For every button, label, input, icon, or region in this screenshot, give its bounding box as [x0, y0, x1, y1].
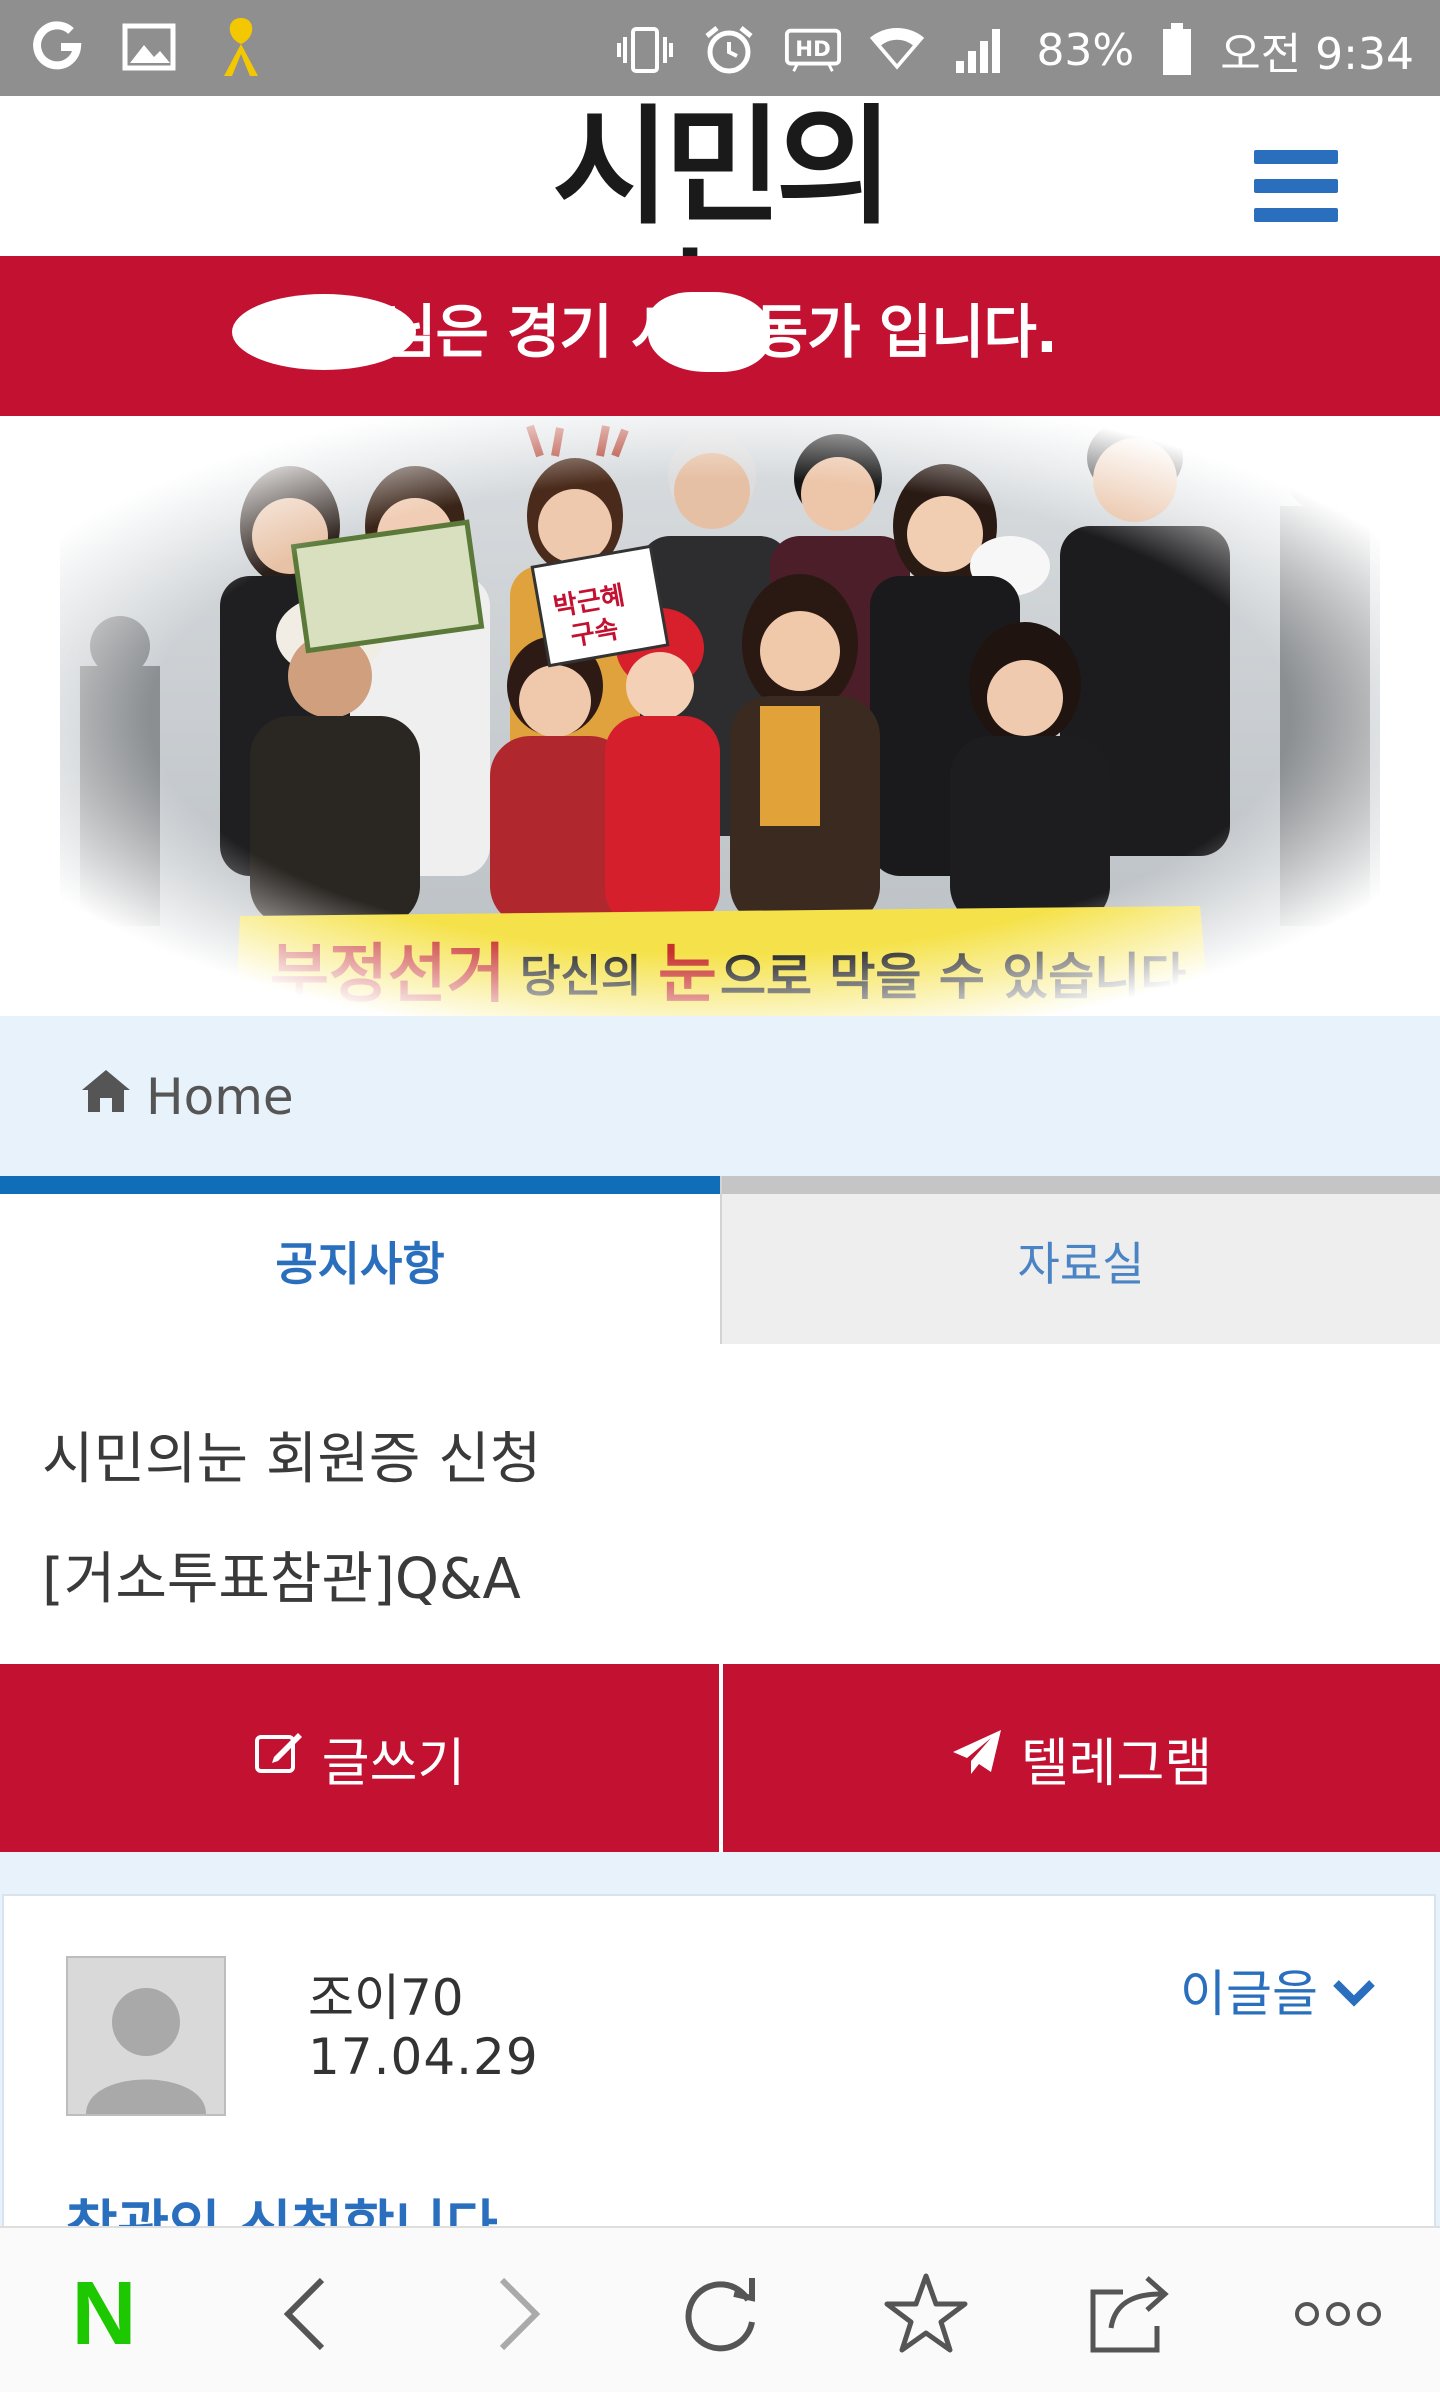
post-options-button[interactable]: 이글을: [1180, 1954, 1376, 2026]
back-icon[interactable]: [258, 2266, 354, 2362]
telegram-button[interactable]: 텔레그램: [723, 1664, 1440, 1852]
battery-percent: 83%: [1036, 24, 1135, 76]
site-logo[interactable]: 시민의 눈: [490, 98, 950, 378]
breadcrumb-home-label[interactable]: Home: [146, 1068, 294, 1126]
site-header: 시민의 눈: [0, 96, 1440, 378]
svg-text:HD: HD: [796, 37, 831, 62]
write-button-label: 글쓰기: [321, 1733, 466, 1794]
signal-icon: [952, 21, 1010, 79]
action-buttons: 글쓰기 텔레그램: [0, 1664, 1440, 1852]
tab-archive[interactable]: 자료실: [722, 1176, 1440, 1344]
edit-icon: [254, 1728, 304, 1788]
notice-item-membership-card[interactable]: 시민의눈 회원증 신청: [42, 1414, 541, 1495]
post-date: 17.04.29: [308, 2028, 539, 2086]
wifi-icon: [868, 21, 926, 79]
notification-icon: [28, 18, 86, 76]
refresh-icon[interactable]: [672, 2266, 768, 2362]
status-bar: HD 83% 오전 9:34: [0, 0, 1440, 96]
post-card[interactable]: 조이70 17.04.29 이글을 참관인 신청합니다: [2, 1894, 1436, 2260]
board-tabs: 공지사항 자료실: [0, 1176, 1440, 1344]
redaction-mark: [648, 292, 770, 372]
gallery-icon: [120, 18, 178, 76]
yellow-ribbon-icon: [212, 18, 270, 76]
more-dots-icon[interactable]: [1290, 2266, 1386, 2362]
post-options-label: 이글을: [1180, 1965, 1318, 2023]
naver-icon[interactable]: N: [56, 2264, 152, 2364]
paper-plane-icon: [951, 1728, 1003, 1789]
bookmark-star-icon[interactable]: [878, 2266, 974, 2362]
clock: 오전 9:34: [1220, 29, 1414, 80]
avatar[interactable]: [66, 1956, 226, 2116]
hd-icon: HD: [784, 21, 842, 79]
naver-logo-text: N: [71, 2263, 137, 2364]
home-icon[interactable]: [80, 1068, 132, 1126]
tab-notices[interactable]: 공지사항: [0, 1176, 720, 1344]
chevron-down-icon: [1332, 1961, 1376, 2019]
alarm-icon: [700, 21, 758, 79]
hamburger-menu-icon[interactable]: [1254, 150, 1338, 222]
post-author[interactable]: 조이70: [308, 1958, 464, 2030]
forward-icon[interactable]: [470, 2266, 566, 2362]
breadcrumb: Home: [0, 1016, 1440, 1176]
browser-toolbar: N: [0, 2226, 1440, 2392]
write-button[interactable]: 글쓰기: [0, 1664, 719, 1852]
activist-banner: 님은 경기 시 활동가 입니다.: [0, 256, 1440, 416]
vibrate-icon: [616, 21, 674, 79]
share-icon[interactable]: [1082, 2266, 1178, 2362]
redaction-mark: [232, 294, 416, 370]
notice-list: 시민의눈 회원증 신청 [거소투표참관]Q&A: [0, 1344, 1440, 1664]
post-list: 조이70 17.04.29 이글을 참관인 신청합니다: [0, 1852, 1440, 2260]
notice-item-absentee-qa[interactable]: [거소투표참관]Q&A: [42, 1534, 521, 1615]
hero-photo: 박근혜 구속 부정선거 당신의 눈 으로 막을 수 있습니다: [0, 416, 1440, 1016]
battery-icon: [1160, 21, 1194, 79]
telegram-button-label: 텔레그램: [1020, 1733, 1213, 1794]
